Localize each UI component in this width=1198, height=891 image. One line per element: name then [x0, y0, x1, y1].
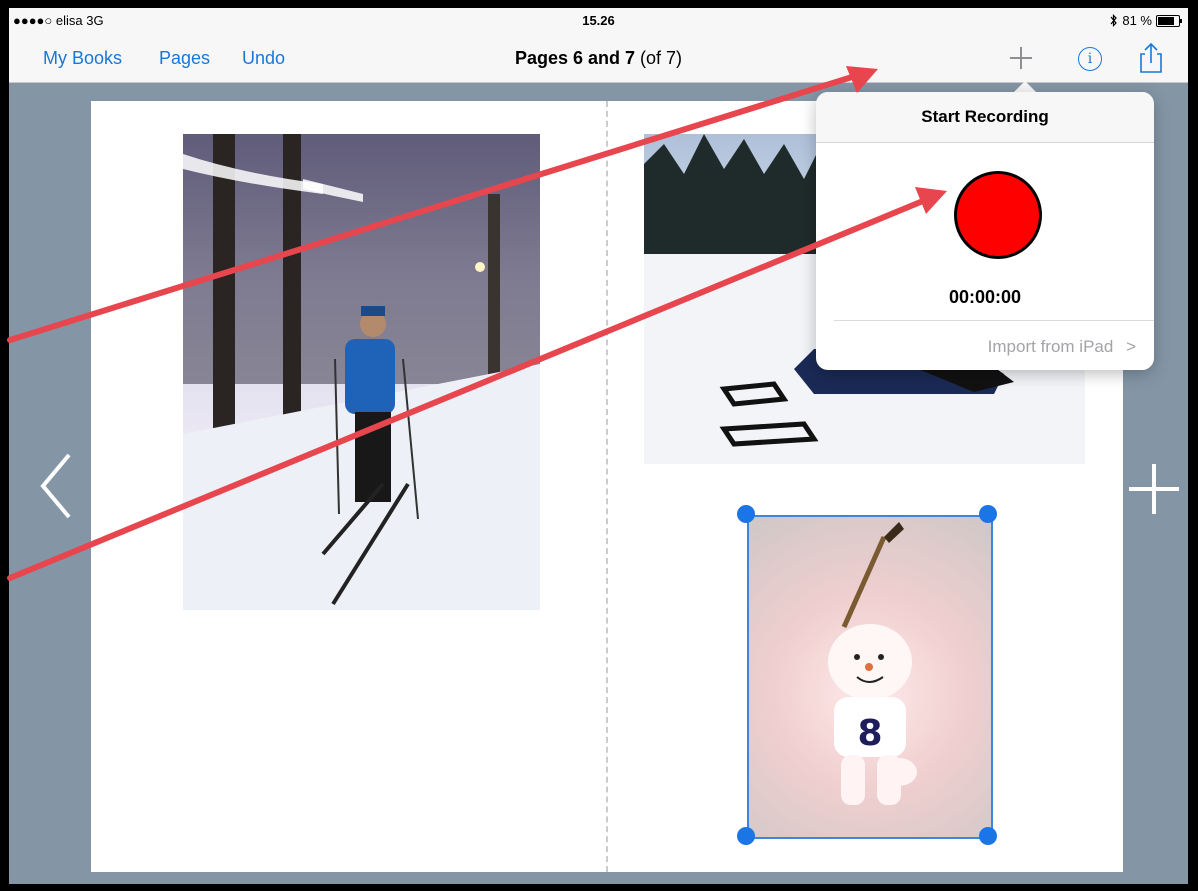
clock: 15.26 [582, 13, 615, 28]
share-icon[interactable] [1136, 42, 1166, 74]
popover-title: Start Recording [816, 92, 1154, 143]
resize-handle-bottom-left[interactable] [737, 827, 755, 845]
resize-handle-bottom-right[interactable] [979, 827, 997, 845]
photo-snowman-selected[interactable]: 8 [747, 515, 993, 839]
page-title-count: (of 7) [635, 48, 683, 68]
add-icon[interactable] [1007, 44, 1035, 72]
bluetooth-icon [1110, 14, 1118, 27]
recording-timer: 00:00:00 [948, 287, 1022, 307]
page-divider [606, 101, 608, 872]
svg-text:8: 8 [857, 713, 882, 754]
snowman-illustration: 8 [828, 522, 917, 805]
navigation-bar: My Books Pages Undo Pages 6 and 7 (of 7)… [9, 34, 1188, 83]
photo-skier[interactable] [183, 134, 540, 610]
resize-handle-top-right[interactable] [979, 505, 997, 523]
import-label: Import from iPad [987, 337, 1114, 356]
app-window: ●●●●○ elisa 3G 15.26 81 % My Books Pages… [9, 8, 1188, 884]
page-title-main: Pages 6 and 7 [514, 48, 636, 68]
status-right: 81 % [1110, 13, 1182, 28]
chevron-left-icon[interactable] [37, 451, 77, 521]
recording-popover: Start Recording 00:00:00 Import from iPa… [816, 92, 1154, 370]
add-page-icon[interactable] [1129, 464, 1179, 514]
resize-handle-top-left[interactable] [737, 505, 755, 523]
record-button[interactable] [954, 171, 1042, 259]
battery-percentage: 81 % [1122, 13, 1152, 28]
skier-illustration [183, 134, 540, 610]
status-bar: ●●●●○ elisa 3G 15.26 81 % [9, 8, 1188, 34]
info-icon[interactable]: i [1078, 47, 1102, 71]
battery-icon [1156, 14, 1182, 27]
chevron-right-icon: > [1126, 337, 1136, 356]
popover-separator [834, 320, 1154, 321]
import-from-ipad-button[interactable]: Import from iPad > [988, 337, 1136, 357]
